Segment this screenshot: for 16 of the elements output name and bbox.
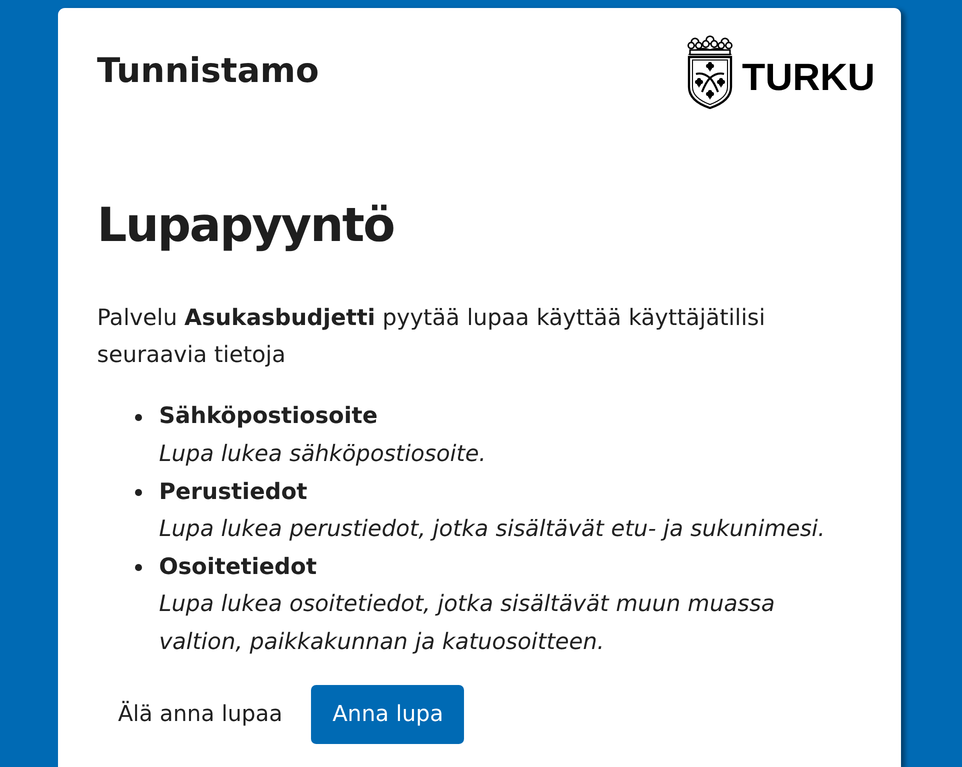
intro-text: Palvelu Asukasbudjetti pyytää lupaa käyttää käyttäjätilisi seuraavia tietoja xyxy=(97,304,766,370)
allow-button[interactable]: Anna lupa xyxy=(311,684,464,744)
bullet-icon xyxy=(135,488,142,496)
permission-name: Osoitetiedot xyxy=(159,552,318,582)
permission-description: Lupa lukea osoitetiedot, jotka sisältävät muun muassa valtion, paikkakunnan ja katuosoitteen. xyxy=(159,590,776,657)
permission-description: Lupa lukea perustiedot, jotka sisältävät etu- ja sukunimesi. xyxy=(159,515,826,544)
deny-button[interactable]: Älä anna lupaa xyxy=(97,684,304,744)
bullet-icon xyxy=(135,564,142,572)
permission-name: Sähköpostiosoite xyxy=(159,402,379,432)
permission-name: Perustiedot xyxy=(159,478,308,507)
crest-icon xyxy=(687,34,734,108)
page-heading: Lupapyyntö xyxy=(97,198,395,254)
site-title: Tunnistamo xyxy=(97,51,319,92)
permission-description: Lupa lukea sähköpostiosoite. xyxy=(159,440,488,469)
bullet-icon xyxy=(135,414,142,421)
logo-text: TURKU xyxy=(742,58,875,96)
